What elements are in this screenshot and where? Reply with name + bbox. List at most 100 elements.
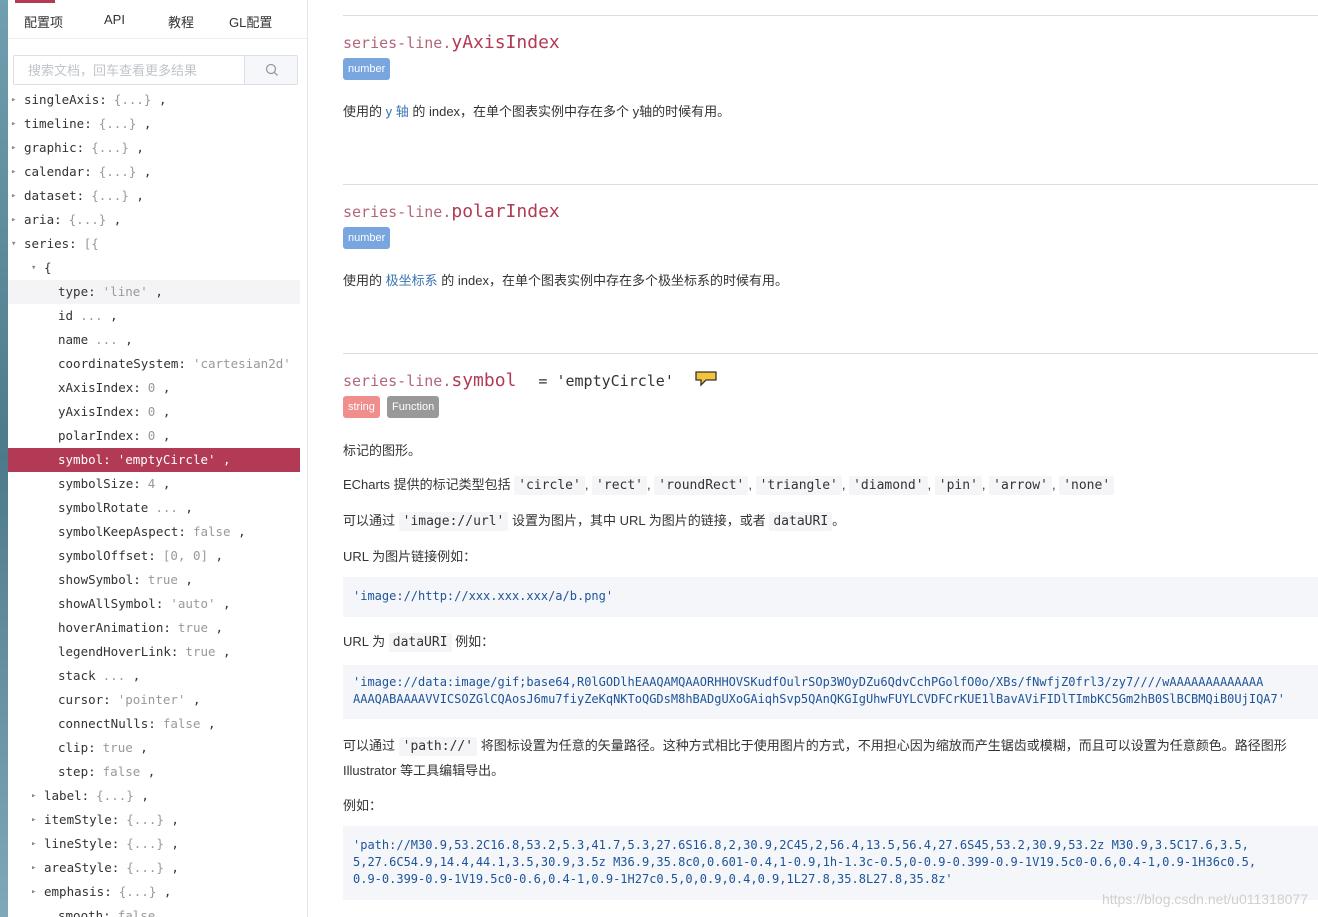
tab-api[interactable]: API xyxy=(104,12,125,27)
tree-row[interactable]: symbolOffset: [0, 0] , xyxy=(8,544,300,568)
caret-right-icon[interactable]: ▸ xyxy=(11,184,21,208)
option-separator: , xyxy=(155,380,171,395)
caret-right-icon[interactable]: ▸ xyxy=(11,112,21,136)
tree-row[interactable]: stack... , xyxy=(8,664,300,688)
caret-right-icon[interactable]: ▸ xyxy=(31,856,41,880)
option-separator: , xyxy=(163,812,179,827)
tab-tutorial[interactable]: 教程 xyxy=(168,12,194,31)
window-edge xyxy=(0,0,8,917)
option-key: connectNulls: xyxy=(58,716,156,731)
tree-row[interactable]: symbolRotate... , xyxy=(8,496,300,520)
tree-row[interactable]: ▸ label: {...} , xyxy=(8,784,300,808)
tree-row[interactable]: clip: true , xyxy=(8,736,300,760)
tree-row-text: singleAxis: {...} , xyxy=(24,88,167,112)
caret-right-icon[interactable]: ▸ xyxy=(31,880,41,904)
tree-row[interactable]: ▸ dataset: {...} , xyxy=(8,184,300,208)
tree-row[interactable]: ▸ graphic: {...} , xyxy=(8,136,300,160)
tree-row-text: calendar: {...} , xyxy=(24,160,151,184)
description: 使用的 极坐标系 的 index，在单个图表实例中存在多个极坐标系的时候有用。 xyxy=(343,270,788,289)
option-separator: , xyxy=(177,572,193,587)
tree-row[interactable]: connectNulls: false , xyxy=(8,712,300,736)
option-value: {...} xyxy=(91,188,129,203)
inline-code: 'image://url' xyxy=(398,512,509,531)
tree-row[interactable]: symbolKeepAspect: false , xyxy=(8,520,300,544)
caret-down-icon[interactable]: ▾ xyxy=(11,232,21,256)
tree-row[interactable]: symbolSize: 4 , xyxy=(8,472,300,496)
tree-row[interactable]: ▸ calendar: {...} , xyxy=(8,160,300,184)
tree-row-text: symbolKeepAspect: false , xyxy=(58,520,246,544)
tree-row[interactable]: step: false , xyxy=(8,760,300,784)
tree-row[interactable]: ▸ singleAxis: {...} , xyxy=(8,88,300,112)
tab-gl-config[interactable]: GL配置 xyxy=(229,12,272,31)
section-divider xyxy=(343,15,1318,16)
paragraph: 标记的图形。 xyxy=(343,443,422,458)
option-separator: , xyxy=(151,92,167,107)
search-input[interactable] xyxy=(14,56,244,84)
tree-row[interactable]: ▸ timeline: {...} , xyxy=(8,112,300,136)
tree-row[interactable]: ▾{ xyxy=(8,256,300,280)
option-value: true xyxy=(147,572,178,587)
option-key: itemStyle: xyxy=(44,812,120,827)
tree-row[interactable]: ▸ itemStyle: {...} , xyxy=(8,808,300,832)
tree-row[interactable]: ▸ aria: {...} , xyxy=(8,208,300,232)
section-divider xyxy=(343,184,1318,185)
tree-row[interactable]: polarIndex: 0 , xyxy=(8,424,300,448)
caret-right-icon[interactable]: ▸ xyxy=(31,832,41,856)
option-separator: , xyxy=(117,332,133,347)
tree-row[interactable]: ▸ emphasis: {...} , xyxy=(8,880,300,904)
caret-down-icon[interactable]: ▾ xyxy=(31,256,41,280)
tree-row-text: label: {...} , xyxy=(44,784,149,808)
code-line: 'path://M30.9,53.2C16.8,53.2,5.3,41.7,5.… xyxy=(353,838,1249,852)
tree-row[interactable]: xAxisIndex: 0 , xyxy=(8,376,300,400)
tree-row[interactable]: showSymbol: true , xyxy=(8,568,300,592)
tree-row[interactable]: legendHoverLink: true , xyxy=(8,640,300,664)
option-key: timeline: xyxy=(24,116,92,131)
tree-row[interactable]: ▾ series: [{ xyxy=(8,232,300,256)
tree-row[interactable]: type: 'line' , xyxy=(8,280,300,304)
tree-row[interactable]: ▸ areaStyle: {...} , xyxy=(8,856,300,880)
option-tree: ▸ singleAxis: {...} , ▸ timeline: {...} , ▸ gra… xyxy=(8,88,300,917)
caret-right-icon[interactable]: ▸ xyxy=(31,784,41,808)
nav-tabs: 配置项 API 教程 GL配置 xyxy=(8,0,307,39)
tree-row[interactable]: yAxisIndex: 0 , xyxy=(8,400,300,424)
option-key: showAllSymbol: xyxy=(58,596,164,611)
symbol-type-list: 'circle', 'rect', 'roundRect', 'triangle… xyxy=(514,476,1115,495)
link-polar[interactable]: 极坐标系 xyxy=(386,273,438,288)
section-divider xyxy=(343,353,1318,354)
link-y-axis[interactable]: y 轴 xyxy=(386,104,409,119)
tree-row[interactable]: smooth: false xyxy=(8,904,300,917)
para-text: 可以通过 xyxy=(343,738,399,753)
option-value: false xyxy=(117,908,156,917)
option-separator: , xyxy=(163,860,179,875)
caret-right-icon[interactable]: ▸ xyxy=(31,808,41,832)
option-value: [{ xyxy=(83,236,99,251)
tree-row[interactable]: showAllSymbol: 'auto' , xyxy=(8,592,300,616)
caret-right-icon[interactable]: ▸ xyxy=(11,208,21,232)
option-separator: , xyxy=(215,452,231,467)
caret-right-icon[interactable]: ▸ xyxy=(11,88,21,112)
title-name: polarIndex xyxy=(451,201,560,222)
tree-row[interactable]: cursor: 'pointer' , xyxy=(8,688,300,712)
option-value: false xyxy=(102,764,141,779)
option-separator: , xyxy=(156,884,172,899)
tree-row-selected[interactable]: symbol: 'emptyCircle' , xyxy=(8,448,300,472)
tree-row-text: hoverAnimation: true , xyxy=(58,616,223,640)
tree-row[interactable]: hoverAnimation: true , xyxy=(8,616,300,640)
option-value: true xyxy=(177,620,208,635)
comment-icon[interactable] xyxy=(694,370,720,388)
separator: , xyxy=(927,477,935,492)
tree-row[interactable]: coordinateSystem: 'cartesian2d' xyxy=(8,352,300,376)
option-key: areaStyle: xyxy=(44,860,120,875)
option-key: symbolKeepAspect: xyxy=(58,524,186,539)
tree-row[interactable]: name... , xyxy=(8,328,300,352)
para-text: 可以通过 xyxy=(343,513,399,528)
title-name: yAxisIndex xyxy=(451,32,560,53)
option-key: step: xyxy=(58,764,96,779)
caret-right-icon[interactable]: ▸ xyxy=(11,136,21,160)
caret-right-icon[interactable]: ▸ xyxy=(11,160,21,184)
tree-row[interactable]: id... , xyxy=(8,304,300,328)
tree-row[interactable]: ▸ lineStyle: {...} , xyxy=(8,832,300,856)
search-button[interactable] xyxy=(244,56,297,84)
option-key: series: xyxy=(24,236,77,251)
tab-config[interactable]: 配置项 xyxy=(24,12,63,31)
